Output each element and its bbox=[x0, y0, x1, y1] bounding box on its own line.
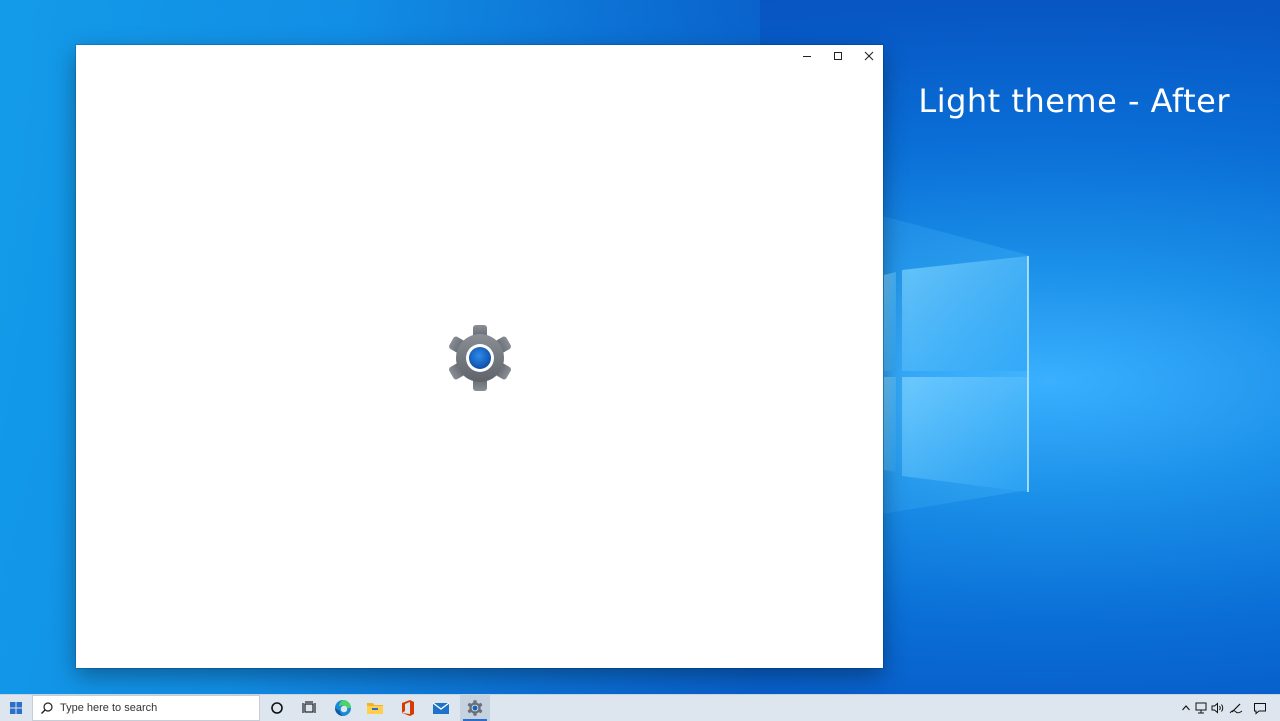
volume-button[interactable] bbox=[1210, 695, 1226, 721]
action-center-button[interactable] bbox=[1252, 695, 1268, 721]
cortana-button[interactable] bbox=[264, 695, 290, 721]
edge-button[interactable] bbox=[330, 695, 356, 721]
overlay-caption: Light theme - After bbox=[918, 82, 1230, 120]
cortana-icon bbox=[271, 702, 283, 714]
network-icon bbox=[1195, 702, 1207, 714]
office-button[interactable] bbox=[395, 695, 421, 721]
pen-icon bbox=[1229, 703, 1243, 714]
chevron-up-icon bbox=[1182, 705, 1190, 711]
search-icon bbox=[41, 702, 53, 714]
system-tray bbox=[1170, 695, 1280, 721]
pen-workspace-button[interactable] bbox=[1228, 695, 1244, 721]
search-input[interactable]: Type here to search bbox=[32, 695, 260, 721]
windows-logo-icon bbox=[10, 702, 22, 714]
maximize-button[interactable] bbox=[822, 45, 853, 67]
office-icon bbox=[402, 700, 414, 716]
edge-icon bbox=[335, 700, 351, 716]
settings-window[interactable] bbox=[76, 45, 883, 668]
settings-gear-icon bbox=[449, 325, 511, 391]
folder-icon bbox=[367, 703, 383, 714]
settings-icon bbox=[467, 700, 483, 716]
file-explorer-button[interactable] bbox=[362, 695, 388, 721]
minimize-button[interactable] bbox=[791, 45, 822, 67]
mail-button[interactable] bbox=[428, 695, 454, 721]
close-icon bbox=[864, 51, 873, 61]
network-button[interactable] bbox=[1194, 695, 1210, 721]
minimize-icon bbox=[802, 56, 811, 57]
settings-taskbar-button[interactable] bbox=[460, 695, 490, 721]
task-view-icon bbox=[302, 701, 316, 713]
start-button[interactable] bbox=[0, 695, 32, 721]
volume-icon bbox=[1211, 702, 1224, 714]
taskbar: Type here to search bbox=[0, 694, 1280, 721]
search-placeholder: Type here to search bbox=[60, 702, 158, 714]
notification-icon bbox=[1254, 702, 1266, 715]
mail-icon bbox=[432, 702, 450, 714]
maximize-icon bbox=[833, 52, 842, 60]
show-hidden-icons-button[interactable] bbox=[1178, 695, 1194, 721]
task-view-button[interactable] bbox=[296, 695, 322, 721]
close-button[interactable] bbox=[853, 45, 884, 67]
